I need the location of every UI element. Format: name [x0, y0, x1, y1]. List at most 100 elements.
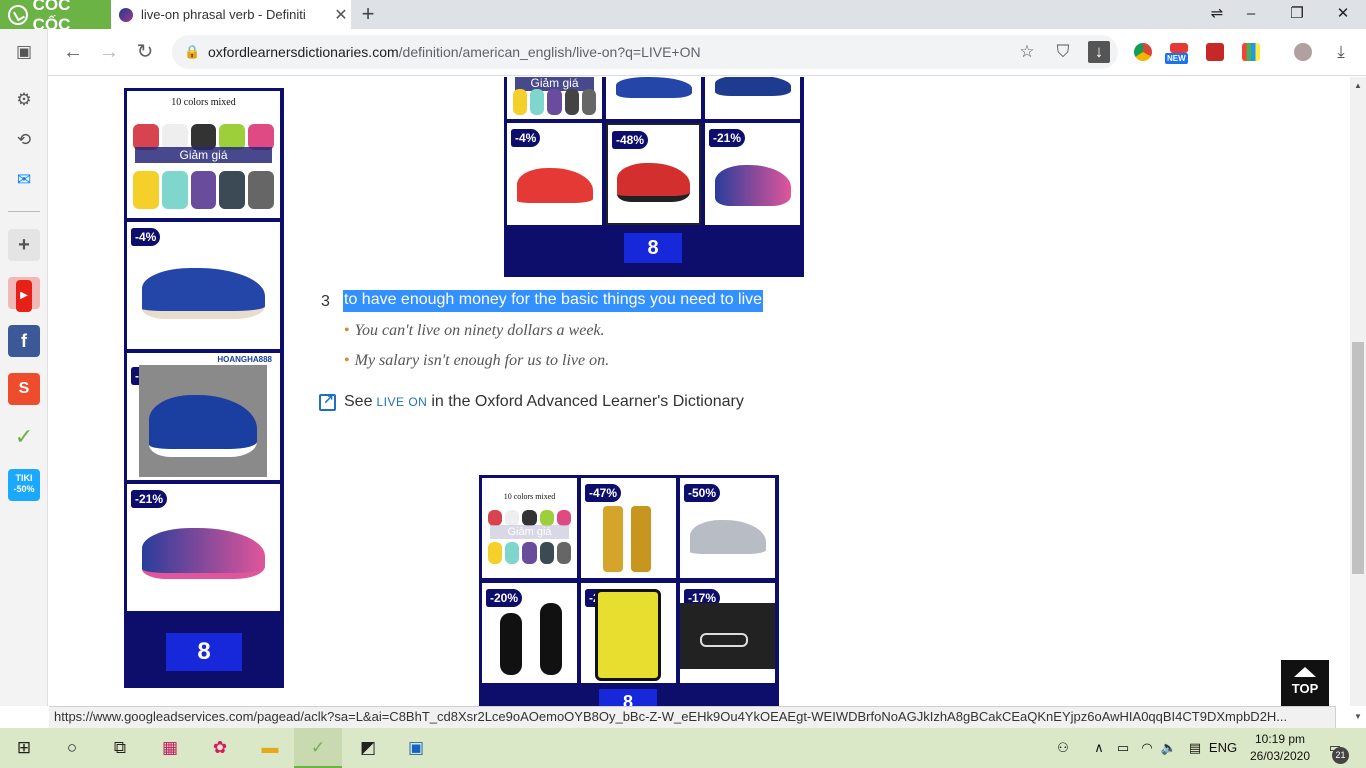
volume-icon[interactable]: 🔈 — [1158, 728, 1180, 768]
definition-text: to have enough money for the basic thing… — [343, 290, 764, 312]
ad-cell[interactable]: Giảm giá — [507, 77, 602, 119]
discount-badge: -20% — [486, 589, 523, 607]
tiki-icon[interactable]: TIKI -50% — [8, 469, 40, 501]
ad-cell[interactable]: -4% — [127, 222, 280, 349]
color-extension-icon[interactable] — [1242, 43, 1260, 61]
youtube-icon[interactable]: ▶ — [8, 277, 40, 312]
shield-icon[interactable]: ⛉ — [1048, 37, 1078, 67]
ad-product-image — [617, 163, 690, 203]
status-bar-url: https://www.googleadservices.com/pagead/… — [49, 706, 1336, 728]
ad-product-image — [714, 165, 791, 206]
discount-badge: -48% — [612, 131, 649, 149]
paint-icon[interactable]: ✿ — [196, 728, 244, 768]
address-bar[interactable]: 🔒 oxfordlearnersdictionaries.com /defini… — [172, 35, 1118, 69]
ad-cell[interactable]: -21% — [127, 484, 280, 611]
notification-count-badge: 21 — [1332, 747, 1349, 764]
coccoc-app-icon[interactable]: ✓ — [8, 421, 40, 453]
brand-8-logo: 8 — [599, 689, 657, 706]
ad-caption: 10 colors mixed — [171, 97, 236, 108]
windows-start-icon[interactable]: ⊞ — [0, 728, 48, 768]
people-icon[interactable]: ⚇ — [1052, 728, 1074, 768]
scroll-down-icon[interactable]: ▼ — [1350, 710, 1366, 724]
discount-badge: -47% — [585, 484, 622, 502]
profile-avatar[interactable] — [1294, 43, 1312, 61]
page-scrollbar[interactable]: ▲ ▼ — [1350, 77, 1366, 721]
language-indicator[interactable]: ENG — [1208, 728, 1238, 768]
download-box-icon[interactable]: ↓ — [1088, 41, 1110, 63]
lock-icon: 🔒 — [184, 44, 201, 59]
see-link[interactable]: LIVE ON — [376, 395, 427, 409]
download-icon[interactable]: ⤓ — [1326, 37, 1356, 67]
back-to-top-button[interactable]: TOP — [1281, 660, 1329, 706]
task-view-icon[interactable]: ⧉ — [96, 728, 144, 768]
settings-gear-icon[interactable]: ⚙ — [9, 85, 39, 115]
reload-icon[interactable]: ↻ — [130, 37, 160, 67]
ad-cell[interactable]: -50% — [680, 478, 775, 578]
tab-title: live-on phrasal verb - Definiti — [141, 7, 306, 22]
sticky-notes-icon[interactable]: ◩ — [344, 728, 392, 768]
ad-sale-label: Giảm giá — [490, 525, 569, 539]
ad-cell[interactable]: -47% — [581, 478, 676, 578]
ad-product-image — [540, 603, 562, 675]
ad-cell[interactable]: -21% — [705, 123, 800, 225]
messenger-icon[interactable]: ✉ — [9, 165, 39, 195]
example-text: My salary isn't enough for us to live on… — [354, 352, 610, 369]
ad-product-image — [615, 77, 692, 98]
discount-badge: -21% — [131, 490, 168, 508]
back-icon[interactable]: ← — [58, 37, 88, 67]
ad-cell[interactable] — [705, 77, 800, 119]
ad-banner-bottom[interactable]: ⓘ ✕ 10 colors mixed Giảm giá -47% -50% -… — [479, 475, 779, 706]
battery-icon[interactable]: ▭ — [1112, 728, 1134, 768]
ad-cell[interactable]: -48% — [606, 123, 701, 225]
coccoc-taskbar-icon[interactable]: ✓ — [294, 728, 342, 768]
ad-cell[interactable]: -20% — [581, 583, 676, 683]
ad-cell[interactable]: HOANGHA888 -40% — [127, 353, 280, 480]
close-window-button[interactable]: ✕ — [1320, 0, 1366, 29]
cortana-search-icon[interactable]: ○ — [48, 728, 96, 768]
scrollbar-thumb[interactable] — [1352, 342, 1364, 574]
page-content: Giảm giá -4% -48% -21% 8 ⓘ ✕ 10 colors m… — [49, 77, 1350, 706]
new-tab-button[interactable]: + — [356, 2, 380, 26]
tab-active[interactable]: live-on phrasal verb - Definiti ✕ — [111, 0, 351, 29]
taskbar-app-icon[interactable]: ▦ — [146, 728, 194, 768]
ad-banner-top[interactable]: Giảm giá -4% -48% -21% 8 — [504, 77, 804, 277]
sidebar-toggle-icon[interactable]: ▣ — [9, 37, 39, 67]
ad-cell[interactable]: 10 colors mixed Giảm giá — [482, 478, 577, 578]
facebook-icon[interactable]: f — [8, 325, 40, 357]
file-explorer-icon[interactable]: ▬ — [246, 728, 294, 768]
minimize-button[interactable]: – — [1228, 0, 1274, 29]
ad-cell[interactable]: -4% — [507, 123, 602, 225]
scroll-up-icon[interactable]: ▲ — [1350, 79, 1366, 93]
add-shortcut-button[interactable]: + — [8, 229, 40, 261]
discount-badge: -50% — [684, 484, 721, 502]
see-suffix: in the Oxford Advanced Learner's Diction… — [431, 393, 744, 410]
ad-banner-left[interactable]: ⓘ ✕ 10 colors mixed Giảm giá -4% HOANGHA… — [124, 88, 284, 688]
ad-product-image — [714, 77, 791, 96]
toolbar: ← → ↻ 🔒 oxfordlearnersdictionaries.com /… — [0, 29, 1366, 76]
external-link-icon[interactable] — [319, 392, 336, 411]
tab-close-icon[interactable]: ✕ — [331, 5, 351, 25]
display-icon[interactable]: ▤ — [1184, 728, 1206, 768]
new-extension-icon[interactable] — [1170, 43, 1188, 53]
system-clock[interactable]: 10:19 pm 26/03/2020 — [1240, 731, 1320, 765]
browser-brand[interactable]: CỐC CỐC — [0, 0, 111, 34]
red-extension-icon[interactable] — [1206, 43, 1224, 61]
ad-cell[interactable] — [606, 77, 701, 119]
ad-cell[interactable]: 10 colors mixed Giảm giá — [127, 91, 280, 218]
chrome-extension-icon[interactable] — [1134, 43, 1152, 61]
bookmark-star-icon[interactable]: ☆ — [1012, 37, 1042, 67]
ad-cell[interactable]: -20% — [482, 583, 577, 683]
ad-caption: 10 colors mixed — [503, 492, 556, 501]
tray-chevron-icon[interactable]: ∧ — [1088, 728, 1110, 768]
wifi-icon[interactable]: ◠ — [1136, 728, 1158, 768]
example-item: • My salary isn't enough for us to live o… — [344, 352, 610, 369]
example-item: • You can't live on ninety dollars a week… — [344, 322, 605, 339]
forward-icon[interactable]: → — [94, 37, 124, 67]
ad-product-image — [516, 168, 593, 209]
ad-cell[interactable]: -17% — [680, 583, 775, 683]
shopee-icon[interactable]: S — [8, 373, 40, 405]
ad-product-image — [142, 528, 265, 579]
app-taskbar-icon[interactable]: ▣ — [392, 728, 440, 768]
restore-button[interactable]: ❐ — [1274, 0, 1320, 29]
history-icon[interactable]: ⟲ — [9, 125, 39, 155]
